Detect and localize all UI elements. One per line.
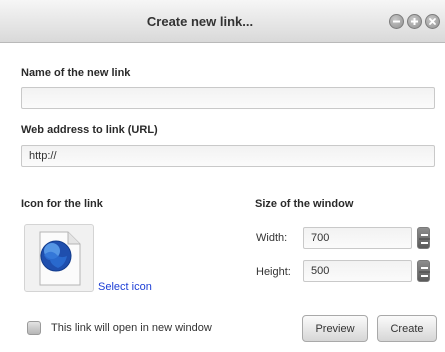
width-label: Width: bbox=[256, 232, 288, 244]
close-icon[interactable] bbox=[425, 14, 440, 29]
height-label: Height: bbox=[256, 266, 291, 278]
select-icon-link[interactable]: Select icon bbox=[98, 281, 152, 293]
height-stepper[interactable] bbox=[417, 260, 430, 282]
new-window-checkbox[interactable] bbox=[27, 321, 41, 335]
create-button[interactable]: Create bbox=[377, 315, 437, 342]
new-window-label: This link will open in new window bbox=[51, 322, 212, 334]
window-title: Create new link... bbox=[146, 14, 254, 29]
width-input[interactable] bbox=[303, 227, 412, 249]
link-icon-preview[interactable] bbox=[24, 224, 94, 292]
maximize-icon[interactable] bbox=[407, 14, 422, 29]
stepper-arrows-icon bbox=[419, 234, 430, 244]
minimize-icon[interactable] bbox=[389, 14, 404, 29]
globe-document-icon bbox=[39, 231, 81, 286]
title-bar[interactable]: Create new link... bbox=[0, 0, 445, 43]
width-stepper[interactable] bbox=[417, 227, 430, 249]
create-link-dialog: Create new link... Name of the new link … bbox=[0, 0, 445, 352]
url-input[interactable] bbox=[21, 145, 435, 167]
icon-section-label: Icon for the link bbox=[21, 198, 103, 210]
window-size-label: Size of the window bbox=[255, 198, 354, 210]
preview-button[interactable]: Preview bbox=[302, 315, 368, 342]
url-label: Web address to link (URL) bbox=[21, 124, 158, 136]
name-label: Name of the new link bbox=[21, 67, 131, 79]
height-input[interactable] bbox=[303, 260, 412, 282]
link-name-input[interactable] bbox=[21, 87, 435, 109]
stepper-arrows-icon bbox=[419, 267, 430, 277]
